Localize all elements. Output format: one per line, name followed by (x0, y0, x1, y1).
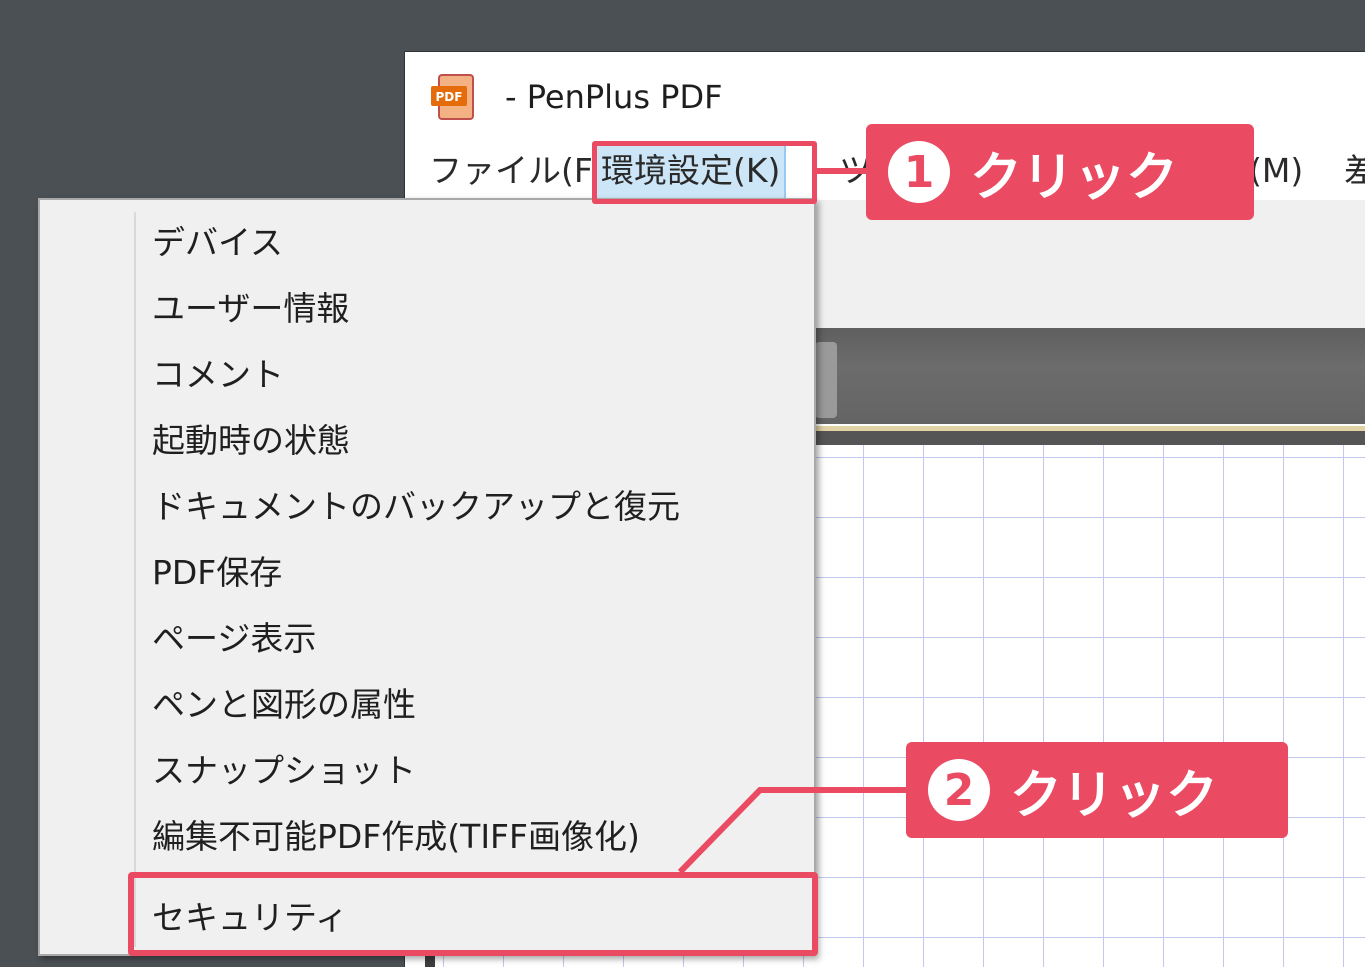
step-number-1: 1 (888, 141, 950, 203)
highlight-box-environment-settings (592, 141, 817, 204)
menu-item-page-display[interactable]: ページ表示 (152, 609, 316, 669)
environment-settings-dropdown: デバイス ユーザー情報 コメント 起動時の状態 ドキュメントのバックアップと復元… (38, 198, 816, 956)
callout-text-2: クリック (1010, 765, 1219, 826)
menu-item-non-editable-pdf[interactable]: 編集不可能PDF作成(TIFF画像化) (152, 807, 640, 867)
menu-gutter (134, 212, 136, 947)
menu-file[interactable]: ファイル(F) (425, 142, 610, 200)
pdf-app-icon: PDF (431, 74, 474, 120)
callout-step-2: 2 クリック (906, 742, 1288, 838)
tab-strip-handle[interactable] (815, 342, 837, 418)
menu-item-user-info[interactable]: ユーザー情報 (152, 279, 349, 339)
window-title: - PenPlus PDF (505, 78, 723, 116)
menu-item-device[interactable]: デバイス (152, 213, 283, 273)
menu-item-snapshot[interactable]: スナップショット (152, 741, 416, 801)
callout-text-1: クリック (970, 147, 1179, 208)
callout-step-1: 1 クリック (866, 124, 1254, 220)
menu-item-startup-state[interactable]: 起動時の状態 (152, 411, 350, 471)
menu-item-pdf-save[interactable]: PDF保存 (152, 543, 282, 603)
menu-item-pen-shape-attributes[interactable]: ペンと図形の属性 (152, 675, 416, 735)
callout-connector-1 (817, 168, 867, 174)
menu-m[interactable]: (M) (1245, 142, 1307, 200)
highlight-box-security (128, 872, 818, 956)
step-number-2: 2 (928, 759, 990, 821)
menu-next[interactable]: 差 (1340, 142, 1365, 200)
menu-item-comment[interactable]: コメント (152, 345, 284, 405)
app-icon-label: PDF (436, 90, 463, 104)
menu-item-backup-restore[interactable]: ドキュメントのバックアップと復元 (152, 477, 680, 537)
